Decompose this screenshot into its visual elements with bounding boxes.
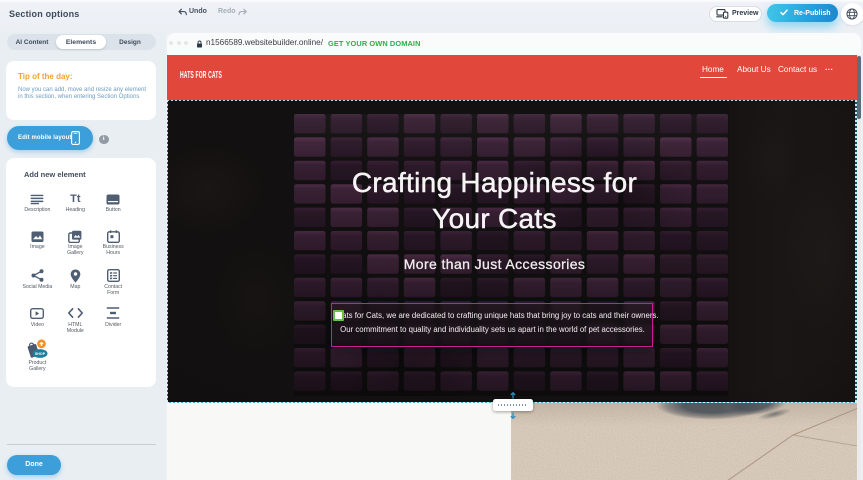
svg-text:SHOP: SHOP — [35, 352, 46, 356]
